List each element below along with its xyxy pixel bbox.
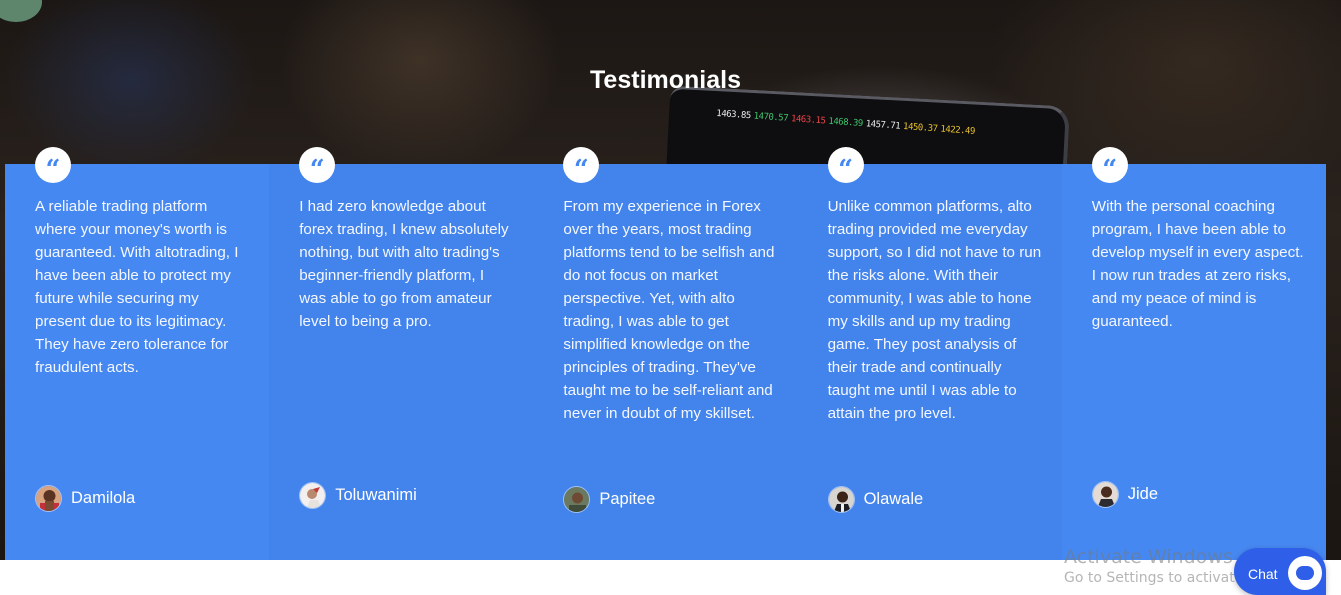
testimonial-text: I had zero knowledge about forex trading… [299, 198, 509, 330]
avatar [299, 482, 327, 509]
author-name: Papitee [599, 490, 656, 508]
testimonial-card: “ Unlike common platforms, alto trading … [797, 147, 1062, 560]
author-name: Jide [1127, 485, 1159, 503]
testimonial-text: With the personal coaching program, I ha… [1091, 198, 1304, 330]
chat-button[interactable]: Chat [1234, 548, 1326, 595]
chat-label: Chat [1248, 565, 1278, 582]
author-name: Olawale [863, 490, 924, 508]
testimonials-list: “ A reliable trading platform where your… [5, 147, 1326, 560]
avatar [1091, 481, 1119, 508]
testimonial-text: From my experience in Forex over the yea… [563, 198, 775, 422]
testimonial-author: Damilola [35, 485, 135, 512]
testimonial-card: “ From my experience in Forex over the y… [533, 147, 798, 560]
avatar [563, 486, 591, 513]
quote-icon: “ [1091, 147, 1128, 185]
quote-icon: “ [299, 147, 336, 185]
chat-bubble-icon [1288, 556, 1322, 590]
author-name: Damilola [71, 489, 136, 507]
avatar [35, 485, 62, 512]
background-bokeh [0, 0, 42, 22]
testimonial-author: Olawale [827, 486, 924, 513]
testimonial-author: Toluwanimi [299, 482, 417, 509]
testimonial-author: Jide [1091, 481, 1159, 508]
testimonial-text: Unlike common platforms, alto trading pr… [827, 198, 1042, 422]
quote-icon: “ [563, 147, 600, 185]
avatar [827, 486, 855, 513]
author-name: Toluwanimi [335, 486, 417, 504]
testimonial-card: “ A reliable trading platform where your… [5, 147, 270, 560]
quote-icon: “ [35, 147, 71, 185]
section-title: Testimonials [590, 66, 741, 94]
testimonial-text: A reliable trading platform where your m… [35, 198, 239, 376]
testimonial-card: “ I had zero knowledge about forex tradi… [269, 147, 534, 560]
testimonial-author: Papitee [563, 486, 655, 513]
quote-icon: “ [827, 147, 864, 185]
testimonial-card: “ With the personal coaching program, I … [1061, 147, 1326, 560]
